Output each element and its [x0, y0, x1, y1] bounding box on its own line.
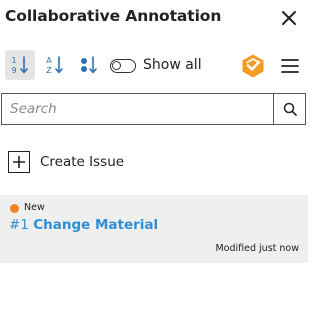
sort-a-z-icon: A Z: [46, 56, 63, 75]
issue-status: New: [24, 202, 45, 213]
panel-title: Collaborative Annotation: [5, 7, 222, 25]
search-icon: [283, 102, 297, 116]
close-button[interactable]: [277, 6, 301, 30]
search-button[interactable]: [273, 94, 305, 124]
issue-title[interactable]: #1 Change Material: [9, 217, 158, 233]
issue-name: Change Material: [33, 217, 159, 233]
search-bar: [1, 93, 306, 125]
issue-modified: Modified just now: [215, 243, 299, 254]
sort-status-icon: [81, 56, 97, 74]
sort-status-button[interactable]: [74, 50, 104, 80]
show-all-label: Show all: [143, 57, 202, 73]
svg-text:9: 9: [11, 66, 16, 75]
toggle-knob: [112, 61, 121, 70]
hamburger-menu-icon: [281, 59, 299, 73]
sort-1-9-icon: 1 9: [11, 56, 28, 75]
panel-header: Collaborative Annotation: [0, 0, 308, 38]
show-all-toggle[interactable]: [110, 59, 136, 73]
brand-logo-icon: [242, 54, 264, 78]
svg-text:Z: Z: [46, 66, 52, 75]
create-issue-button[interactable]: Create Issue: [8, 150, 124, 174]
svg-text:1: 1: [11, 56, 16, 65]
svg-text:A: A: [46, 56, 52, 65]
status-dot-icon: [10, 204, 19, 213]
plus-icon: [8, 151, 30, 173]
close-icon: [282, 11, 296, 25]
create-issue-label: Create Issue: [40, 154, 125, 170]
menu-button[interactable]: [278, 54, 302, 78]
sort-numeric-button[interactable]: 1 9: [5, 50, 35, 80]
search-input[interactable]: [2, 94, 273, 124]
sort-alpha-button[interactable]: A Z: [40, 50, 70, 80]
issue-number: #1: [9, 217, 29, 233]
